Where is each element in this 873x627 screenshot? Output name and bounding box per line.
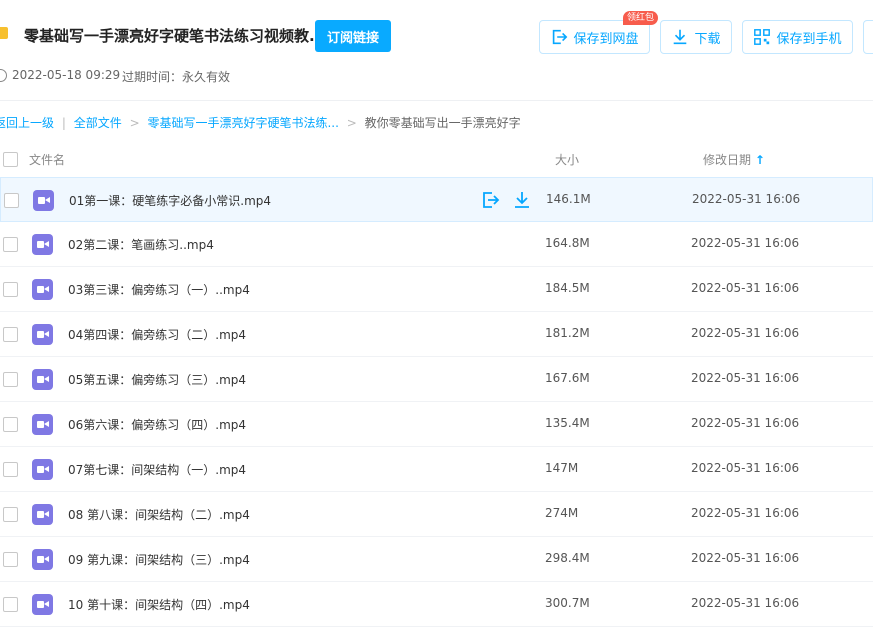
table-row[interactable]: 04第四课：偏旁练习（二）.mp4 181.2M 2022-05-31 16:06 bbox=[0, 312, 873, 357]
breadcrumb-arrow: > bbox=[129, 116, 140, 130]
table-row[interactable]: 09 第九课：间架结构（三）.mp4 298.4M 2022-05-31 16:06 bbox=[0, 537, 873, 582]
file-size: 146.1M bbox=[546, 192, 591, 206]
table-row[interactable]: 05第五课：偏旁练习（三）.mp4 167.6M 2022-05-31 16:06 bbox=[0, 357, 873, 402]
breadcrumb-folder[interactable]: 零基础写一手漂亮好字硬笔书法练... bbox=[147, 116, 338, 130]
save-to-disk-button[interactable]: 保存到网盘 bbox=[539, 20, 650, 54]
file-name[interactable]: 02第二课：笔画练习..mp4 bbox=[68, 236, 214, 253]
file-date: 2022-05-31 16:06 bbox=[691, 461, 800, 475]
breadcrumb-arrow: > bbox=[346, 116, 357, 130]
file-date: 2022-05-31 16:06 bbox=[691, 416, 800, 430]
subscribe-button[interactable]: 订阅链接 bbox=[315, 20, 391, 52]
select-all-checkbox[interactable] bbox=[3, 152, 18, 167]
file-size: 274M bbox=[545, 506, 579, 520]
row-save-icon[interactable] bbox=[480, 190, 500, 210]
file-date: 2022-05-31 16:06 bbox=[691, 371, 800, 385]
file-name[interactable]: 09 第九课：间架结构（三）.mp4 bbox=[68, 551, 250, 568]
video-file-icon bbox=[32, 414, 53, 435]
save-to-disk-label: 保存到网盘 bbox=[573, 31, 639, 47]
file-name[interactable]: 10 第十课：间架结构（四）.mp4 bbox=[68, 596, 250, 613]
column-header-date-label: 修改日期 bbox=[703, 153, 752, 167]
created-time: 2022-05-18 09:29 bbox=[12, 68, 121, 82]
file-date: 2022-05-31 16:06 bbox=[691, 326, 800, 340]
download-button[interactable]: 下载 bbox=[660, 20, 732, 54]
row-checkbox[interactable] bbox=[3, 327, 18, 342]
file-size: 181.2M bbox=[545, 326, 590, 340]
file-name[interactable]: 08 第八课：间架结构（二）.mp4 bbox=[68, 506, 250, 523]
video-file-icon bbox=[32, 234, 53, 255]
table-row[interactable]: 03第三课：偏旁练习（一）..mp4 184.5M 2022-05-31 16:06 bbox=[0, 267, 873, 312]
folder-icon bbox=[0, 27, 8, 39]
file-date: 2022-05-31 16:06 bbox=[691, 596, 800, 610]
video-file-icon bbox=[32, 369, 53, 390]
row-checkbox[interactable] bbox=[3, 552, 18, 567]
file-name[interactable]: 07第七课：间架结构（一）.mp4 bbox=[68, 461, 246, 478]
divider bbox=[0, 100, 873, 101]
file-name[interactable]: 04第四课：偏旁练习（二）.mp4 bbox=[68, 326, 246, 343]
column-header-date[interactable]: 修改日期 ↑ bbox=[703, 151, 765, 168]
file-size: 184.5M bbox=[545, 281, 590, 295]
breadcrumb-current: 教你零基础写出一手漂亮好字 bbox=[364, 116, 521, 130]
save-to-phone-button[interactable]: 保存到手机 bbox=[742, 20, 853, 54]
file-name[interactable]: 06第六课：偏旁练习（四）.mp4 bbox=[68, 416, 246, 433]
file-date: 2022-05-31 16:06 bbox=[691, 236, 800, 250]
row-checkbox[interactable] bbox=[3, 597, 18, 612]
file-date: 2022-05-31 16:06 bbox=[691, 506, 800, 520]
expiry-text: 过期时间：永久有效 bbox=[122, 70, 231, 84]
table-row[interactable]: 08 第八课：间架结构（二）.mp4 274M 2022-05-31 16:06 bbox=[0, 492, 873, 537]
column-header-size[interactable]: 大小 bbox=[555, 151, 579, 168]
file-size: 164.8M bbox=[545, 236, 590, 250]
sort-up-icon: ↑ bbox=[754, 153, 765, 167]
save-to-phone-label: 保存到手机 bbox=[776, 31, 842, 47]
share-title: 零基础写一手漂亮好字硬笔书法练习视频教... bbox=[24, 27, 327, 45]
table-row[interactable]: 07第七课：间架结构（一）.mp4 147M 2022-05-31 16:06 bbox=[0, 447, 873, 492]
file-size: 300.7M bbox=[545, 596, 590, 610]
row-download-icon[interactable] bbox=[512, 190, 532, 210]
column-header-name[interactable]: 文件名 bbox=[29, 151, 65, 168]
qr-code-icon bbox=[754, 29, 771, 45]
more-button[interactable] bbox=[863, 20, 873, 54]
file-size: 167.6M bbox=[545, 371, 590, 385]
row-checkbox[interactable] bbox=[4, 193, 19, 208]
row-checkbox[interactable] bbox=[3, 282, 18, 297]
breadcrumb-back[interactable]: 返回上一级 bbox=[0, 116, 54, 130]
file-date: 2022-05-31 16:06 bbox=[691, 281, 800, 295]
video-file-icon bbox=[32, 549, 53, 570]
video-file-icon bbox=[32, 279, 53, 300]
clock-icon bbox=[0, 69, 7, 82]
table-row[interactable]: 01第一课：硬笔练字必备小常识.mp4 146.1M 2022-05-31 16:0… bbox=[0, 177, 873, 222]
file-name[interactable]: 01第一课：硬笔练字必备小常识.mp4 bbox=[69, 192, 271, 209]
breadcrumb-separator: | bbox=[61, 116, 66, 130]
file-name[interactable]: 03第三课：偏旁练习（一）..mp4 bbox=[68, 281, 250, 298]
file-size: 147M bbox=[545, 461, 579, 475]
row-checkbox[interactable] bbox=[3, 507, 18, 522]
file-size: 135.4M bbox=[545, 416, 590, 430]
table-row[interactable]: 02第二课：笔画练习..mp4 164.8M 2022-05-31 16:06 bbox=[0, 222, 873, 267]
video-file-icon bbox=[32, 594, 53, 615]
file-name[interactable]: 05第五课：偏旁练习（三）.mp4 bbox=[68, 371, 246, 388]
red-packet-badge[interactable]: 领红包 bbox=[623, 11, 659, 25]
download-label: 下载 bbox=[694, 31, 721, 47]
download-icon bbox=[674, 29, 687, 45]
video-file-icon bbox=[33, 190, 54, 211]
table-row[interactable]: 10 第十课：间架结构（四）.mp4 300.7M 2022-05-31 16:06 bbox=[0, 582, 873, 627]
breadcrumb: 返回上一级 | 全部文件 > 零基础写一手漂亮好字硬笔书法练... > 教你零基… bbox=[0, 114, 521, 131]
video-file-icon bbox=[32, 459, 53, 480]
file-size: 298.4M bbox=[545, 551, 590, 565]
file-date: 2022-05-31 16:06 bbox=[691, 551, 800, 565]
video-file-icon bbox=[32, 504, 53, 525]
table-row[interactable]: 06第六课：偏旁练习（四）.mp4 135.4M 2022-05-31 16:06 bbox=[0, 402, 873, 447]
file-date: 2022-05-31 16:06 bbox=[692, 192, 801, 206]
video-file-icon bbox=[32, 324, 53, 345]
row-checkbox[interactable] bbox=[3, 417, 18, 432]
row-checkbox[interactable] bbox=[3, 372, 18, 387]
row-checkbox[interactable] bbox=[3, 237, 18, 252]
row-checkbox[interactable] bbox=[3, 462, 18, 477]
breadcrumb-all-files[interactable]: 全部文件 bbox=[74, 116, 122, 130]
save-to-disk-icon bbox=[553, 29, 568, 45]
